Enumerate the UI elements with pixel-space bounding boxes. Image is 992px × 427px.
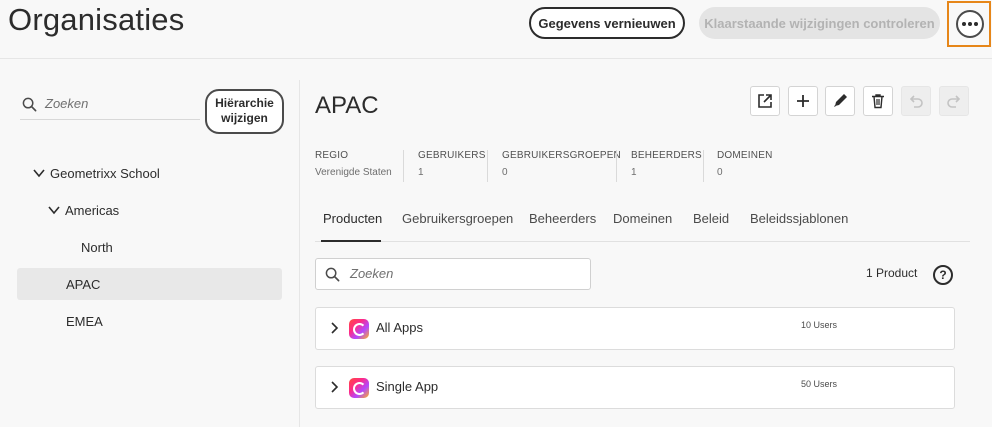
stat-divider bbox=[703, 150, 704, 182]
stat-label: DOMEINEN bbox=[717, 150, 773, 161]
tree-item-label: North bbox=[81, 239, 113, 255]
stat-value: 1 bbox=[418, 167, 424, 178]
product-row-single-app[interactable]: Single App 50 Users bbox=[315, 366, 955, 409]
add-button[interactable] bbox=[788, 86, 818, 116]
product-count: 1 Product bbox=[866, 266, 918, 280]
product-row-all-apps[interactable]: All Apps 10 Users bbox=[315, 307, 955, 350]
panel-divider bbox=[299, 80, 300, 427]
stat-divider bbox=[487, 150, 488, 182]
active-tab-indicator bbox=[321, 240, 381, 242]
stat-value: Verenigde Staten bbox=[315, 167, 392, 178]
chevron-right-icon[interactable] bbox=[329, 322, 339, 334]
tree-item-label: Geometrixx School bbox=[50, 165, 160, 181]
product-search-input[interactable]: Zoeken bbox=[315, 258, 591, 290]
tree-item-label: APAC bbox=[66, 276, 101, 292]
tree-item-geometrixx-school[interactable]: Geometrixx School bbox=[32, 158, 160, 188]
review-pending-changes-button[interactable]: Klaarstaande wijzigingen controleren bbox=[699, 7, 940, 39]
change-hierarchy-label-1: Hiërarchie bbox=[215, 96, 274, 110]
stat-label: BEHEERDERS bbox=[631, 150, 702, 161]
stat-value: 1 bbox=[631, 167, 637, 178]
redo-icon bbox=[947, 95, 961, 108]
stat-label: REGIO bbox=[315, 150, 349, 161]
header-divider bbox=[0, 58, 992, 59]
edit-button[interactable] bbox=[825, 86, 855, 116]
change-hierarchy-label-2: wijzigen bbox=[221, 111, 268, 125]
undo-icon bbox=[909, 95, 923, 108]
open-external-button[interactable] bbox=[750, 86, 780, 116]
creative-cloud-icon bbox=[349, 319, 369, 339]
chevron-right-icon[interactable] bbox=[329, 381, 339, 393]
tab-products[interactable]: Producten bbox=[323, 211, 382, 226]
search-icon bbox=[325, 267, 340, 282]
undo-button[interactable] bbox=[901, 86, 931, 116]
stat-users: GEBRUIKERS 1 bbox=[418, 150, 486, 178]
refresh-data-button[interactable]: Gegevens vernieuwen bbox=[529, 7, 685, 39]
change-hierarchy-button[interactable]: Hiërarchie wijzigen bbox=[205, 89, 284, 134]
stat-divider bbox=[403, 150, 404, 182]
tabs-divider bbox=[315, 241, 970, 242]
tree-item-label: EMEA bbox=[66, 313, 103, 329]
product-name: Single App bbox=[376, 379, 439, 394]
tree-item-label: Americas bbox=[65, 202, 120, 218]
edit-icon bbox=[834, 94, 847, 107]
stat-domains: DOMEINEN 0 bbox=[717, 150, 773, 178]
tab-policy-templates[interactable]: Beleidssjablonen bbox=[750, 211, 848, 226]
tree-item-apac[interactable]: APAC bbox=[66, 269, 100, 299]
search-icon bbox=[22, 97, 37, 112]
tab-user-groups[interactable]: Gebruikersgroepen bbox=[402, 211, 513, 226]
sidebar-search-placeholder: Zoeken bbox=[45, 96, 89, 111]
creative-cloud-icon bbox=[349, 378, 369, 398]
tab-admins[interactable]: Beheerders bbox=[529, 211, 596, 226]
delete-icon bbox=[872, 94, 884, 109]
stat-label: GEBRUIKERSGROEPEN bbox=[502, 150, 621, 161]
redo-button[interactable] bbox=[939, 86, 969, 116]
open-external-icon bbox=[758, 94, 772, 108]
stat-value: 0 bbox=[717, 167, 723, 178]
stat-value: 0 bbox=[502, 167, 508, 178]
tree-item-north[interactable]: North bbox=[81, 232, 113, 262]
product-name: All Apps bbox=[376, 320, 423, 335]
product-users: 10 Users bbox=[801, 320, 838, 330]
stat-label: GEBRUIKERS bbox=[418, 150, 486, 161]
entity-title: APAC bbox=[315, 92, 379, 119]
page-title: Organisaties bbox=[8, 2, 185, 37]
sidebar-search-input[interactable]: Zoeken bbox=[20, 90, 200, 120]
stat-divider bbox=[616, 150, 617, 182]
help-icon[interactable]: ? bbox=[933, 265, 953, 285]
product-search-placeholder: Zoeken bbox=[350, 266, 394, 281]
stat-user-groups: GEBRUIKERSGROEPEN 0 bbox=[502, 150, 621, 178]
chevron-down-icon[interactable] bbox=[32, 166, 46, 180]
tab-domains[interactable]: Domeinen bbox=[613, 211, 672, 226]
product-users: 50 Users bbox=[801, 379, 838, 389]
stat-admins: BEHEERDERS 1 bbox=[631, 150, 702, 178]
tab-policy[interactable]: Beleid bbox=[693, 211, 729, 226]
delete-button[interactable] bbox=[863, 86, 893, 116]
stat-region: REGIO Verenigde Staten bbox=[315, 150, 392, 178]
add-icon bbox=[797, 95, 809, 107]
chevron-down-icon[interactable] bbox=[47, 203, 61, 217]
more-icon[interactable] bbox=[956, 10, 984, 38]
more-actions-highlight bbox=[947, 1, 991, 47]
tree-item-americas[interactable]: Americas bbox=[47, 195, 119, 225]
tree-item-emea[interactable]: EMEA bbox=[66, 306, 103, 336]
tree-selection-highlight bbox=[17, 268, 282, 300]
